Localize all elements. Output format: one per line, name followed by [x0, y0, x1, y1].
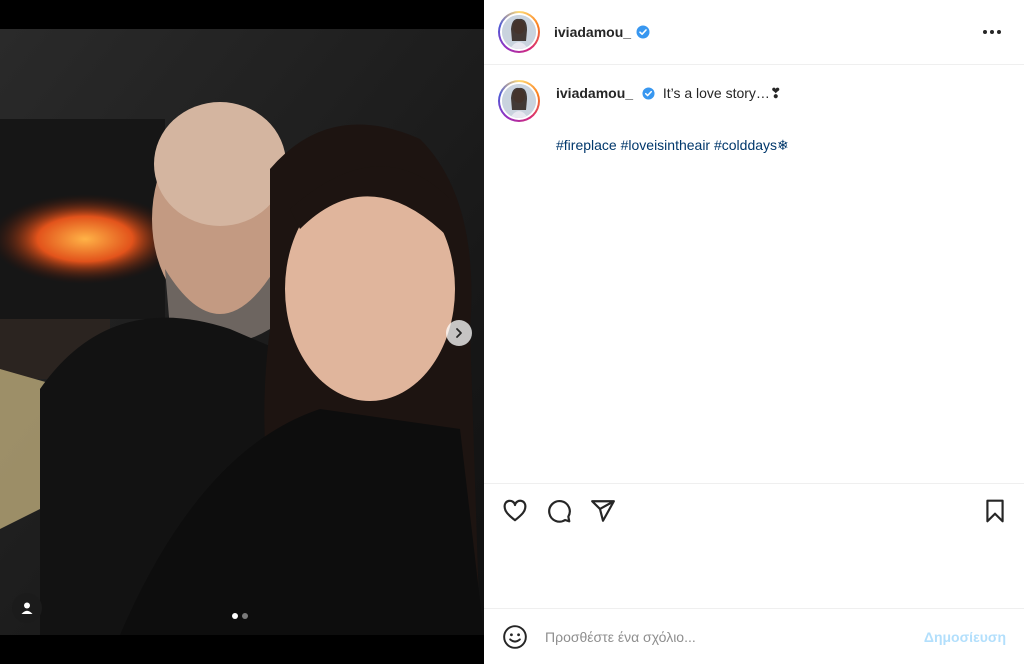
carousel-dot: [242, 613, 248, 619]
avatar-image: [502, 84, 536, 118]
post-caption: iviadamou_ It’s a love story…❣ #fireplac…: [498, 80, 1010, 154]
comment-input[interactable]: [545, 628, 905, 645]
carousel-indicator: [232, 613, 248, 619]
comment-bar: Δημοσίευση: [484, 609, 1024, 664]
bookmark-icon[interactable]: [982, 498, 1008, 524]
carousel-dot: [232, 613, 238, 619]
tagged-users-button[interactable]: [12, 593, 42, 623]
caption-username[interactable]: iviadamou_: [556, 85, 633, 101]
hashtag-link[interactable]: #fireplace: [556, 137, 617, 153]
caption-avatar[interactable]: [498, 80, 540, 122]
hashtag-list: #fireplace #loveisintheair #colddays❄: [556, 137, 1010, 154]
action-bar: [502, 498, 616, 524]
share-icon[interactable]: [590, 498, 616, 524]
media-panel: [0, 0, 484, 664]
chevron-right-icon: [456, 328, 462, 338]
user-tag-icon: [21, 602, 33, 614]
divider: [484, 483, 1024, 484]
username[interactable]: iviadamou_: [554, 24, 631, 40]
post-comment-button[interactable]: Δημοσίευση: [924, 629, 1006, 645]
heart-icon[interactable]: [502, 498, 528, 524]
next-photo-button[interactable]: [446, 320, 472, 346]
avatar-image: [502, 15, 536, 49]
emoji-icon[interactable]: [502, 624, 528, 650]
hashtag-link[interactable]: #colddays❄: [714, 137, 789, 153]
verified-badge-icon: [642, 87, 655, 100]
hashtag-link[interactable]: #loveisintheair: [621, 137, 711, 153]
comment-icon[interactable]: [546, 498, 572, 524]
post-viewer: iviadamou_ iviadamou_ It’s a love story……: [0, 0, 1024, 664]
post-header: iviadamou_: [484, 0, 1024, 65]
caption-text: It’s a love story…❣: [662, 85, 782, 101]
post-details-panel: iviadamou_ iviadamou_ It’s a love story……: [484, 0, 1024, 664]
avatar[interactable]: [498, 11, 540, 53]
more-options-icon: [983, 30, 1001, 34]
post-photo[interactable]: [0, 29, 484, 635]
more-options-button[interactable]: [980, 22, 1004, 42]
verified-badge-icon: [636, 25, 650, 39]
